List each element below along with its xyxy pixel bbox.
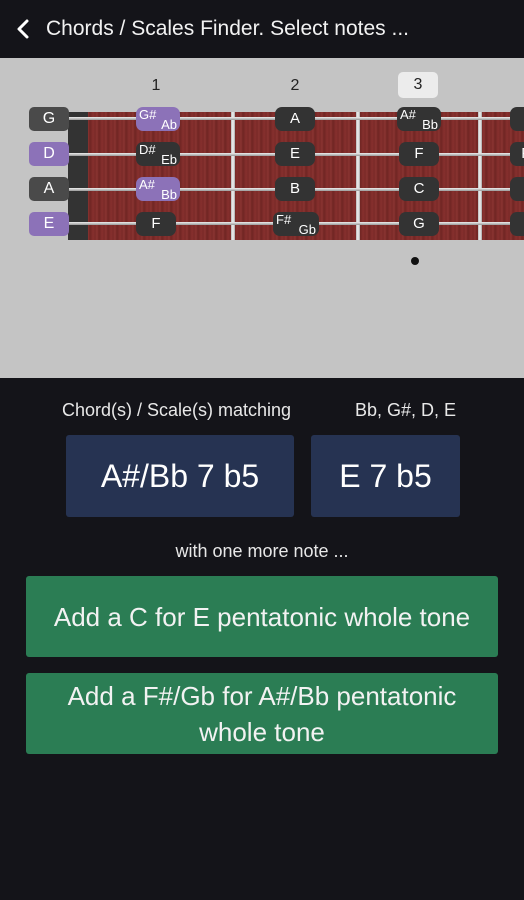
chord-result-button[interactable]: A#/Bb 7 b5 (66, 435, 294, 517)
fretboard-nut (68, 112, 88, 240)
one-more-note-label: with one more note ... (175, 541, 349, 561)
fret-number-2[interactable]: 2 (275, 74, 315, 98)
app-header: Chords / Scales Finder. Select notes ... (0, 0, 524, 58)
chord-result-button[interactable]: E 7 b5 (311, 435, 460, 517)
note-g-fret1-selected[interactable]: G# Ab (136, 107, 180, 132)
note-sharp: A# (400, 107, 416, 122)
note-d-fret1[interactable]: D# Eb (136, 142, 180, 167)
note-flat: Bb (422, 117, 438, 132)
note-a-fret2[interactable]: B (275, 177, 315, 201)
note-e-fret3[interactable]: G (399, 212, 439, 236)
open-string-d-selected[interactable]: D (29, 142, 69, 166)
open-string-g[interactable]: G (29, 107, 69, 131)
note-sharp: A# (139, 177, 155, 192)
note-sharp: G# (139, 107, 157, 122)
fret-number-1[interactable]: 1 (136, 74, 176, 98)
add-note-suggestion-button[interactable]: Add a F#/Gb for A#/Bb pentatonic whole t… (26, 673, 498, 754)
note-flat: Eb (161, 152, 177, 167)
note-d-fret3[interactable]: F (399, 142, 439, 166)
note-flat: Bb (161, 187, 177, 202)
note-sharp: D# (139, 142, 156, 157)
matching-row: Chord(s) / Scale(s) matching Bb, G#, D, … (0, 400, 524, 424)
fret-wire (478, 112, 482, 240)
note-d-fret2[interactable]: E (275, 142, 315, 166)
chevron-left-icon (17, 19, 29, 39)
page-title: Chords / Scales Finder. Select notes ... (46, 17, 410, 40)
fret-wire (231, 112, 235, 240)
note-d-fret4[interactable]: F# (510, 142, 524, 166)
fret-wire (356, 112, 360, 240)
note-g-fret4[interactable]: B (510, 107, 524, 131)
note-e-fret4[interactable]: G (510, 212, 524, 236)
matching-label: Chord(s) / Scale(s) matching (62, 400, 292, 420)
note-a-fret1-selected[interactable]: A# Bb (136, 177, 180, 202)
note-flat: Ab (161, 117, 177, 132)
fret-marker-dot (411, 257, 419, 265)
note-e-fret2[interactable]: F# Gb (273, 212, 319, 237)
note-a-fret3[interactable]: C (399, 177, 439, 201)
note-flat: Gb (298, 222, 316, 237)
open-string-e-selected[interactable]: E (29, 212, 69, 236)
open-string-a[interactable]: A (29, 177, 69, 201)
note-g-fret3[interactable]: A# Bb (397, 107, 441, 132)
note-e-fret1[interactable]: F (136, 212, 176, 236)
fretboard-panel: 1 2 3 G D A E G# Ab A A# Bb B D# Eb E F … (0, 58, 524, 378)
back-button[interactable] (0, 0, 46, 58)
note-a-fret4[interactable]: C (510, 177, 524, 201)
matching-notes: Bb, G#, D, E (355, 400, 457, 420)
note-sharp: F# (276, 212, 292, 227)
fret-number-3-selected[interactable]: 3 (398, 72, 438, 98)
note-g-fret2[interactable]: A (275, 107, 315, 131)
add-note-suggestion-button[interactable]: Add a C for E pentatonic whole tone (26, 576, 498, 657)
